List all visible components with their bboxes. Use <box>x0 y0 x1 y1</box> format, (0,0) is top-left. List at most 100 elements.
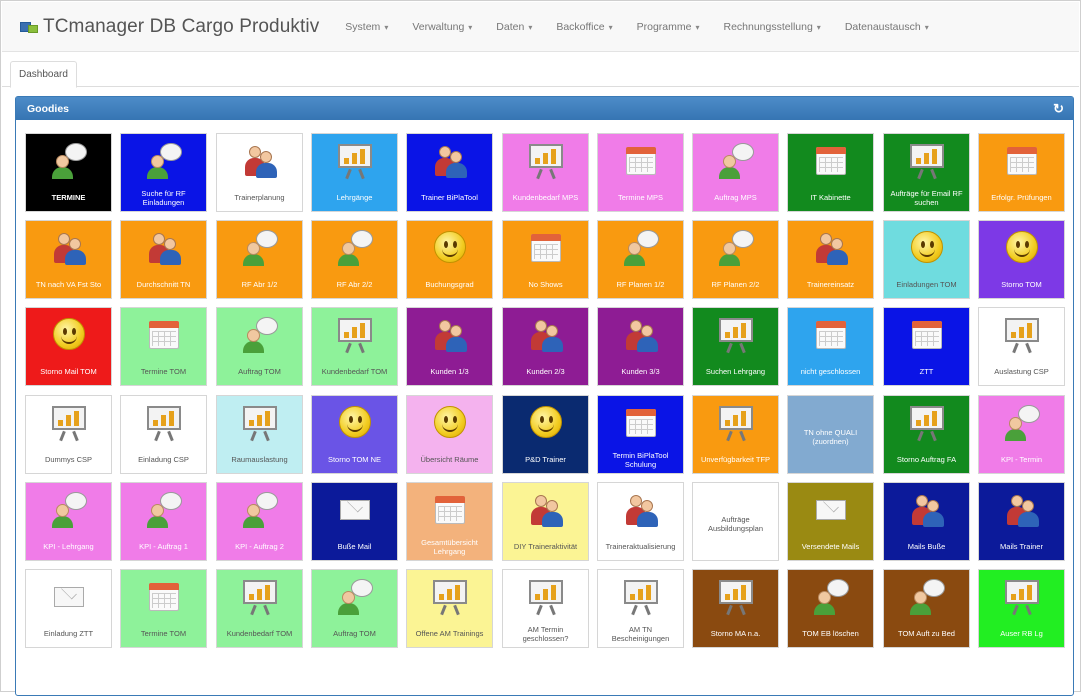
goodie-tile[interactable]: Auftrag TOM <box>311 569 398 648</box>
tile-label: Raumauslastung <box>231 455 288 464</box>
goodie-tile[interactable]: TN nach VA Fst Sto <box>25 220 112 299</box>
goodie-tile[interactable]: IT Kabinette <box>787 133 874 212</box>
menu-label: Backoffice <box>556 20 605 33</box>
goodie-tile[interactable]: Kunden 1/3 <box>406 307 493 386</box>
goodie-tile[interactable]: nicht geschlossen <box>787 307 874 386</box>
calendar-icon <box>144 316 184 354</box>
goodie-tile[interactable]: Auser RB Lg <box>978 569 1065 648</box>
goodie-tile[interactable]: Aufträge für Email RF suchen <box>883 133 970 212</box>
goodie-tile[interactable]: TERMINE <box>25 133 112 212</box>
goodie-tile[interactable]: Suchen Lehrgang <box>692 307 779 386</box>
goodie-tile[interactable]: Auftrag TOM <box>216 307 303 386</box>
goodie-tile[interactable]: Termine TOM <box>120 569 207 648</box>
goodie-tile[interactable]: TOM EB löschen <box>787 569 874 648</box>
person-chat-icon <box>144 491 184 529</box>
goodie-tile[interactable]: Lehrgänge <box>311 133 398 212</box>
goodie-tile[interactable]: Kundenbedarf TOM <box>311 307 398 386</box>
goodie-tile[interactable]: Raumauslastung <box>216 395 303 474</box>
goodie-tile[interactable]: Storno TOM <box>978 220 1065 299</box>
menu-datenaustausch[interactable]: Datenaustausch ▾ <box>833 21 941 33</box>
goodie-tile[interactable]: AM Termin geschlossen? <box>502 569 589 648</box>
menu-rechnungsstellung[interactable]: Rechnungsstellung ▾ <box>711 21 832 33</box>
goodie-tile[interactable]: P&D Trainer <box>502 395 589 474</box>
goodie-tile[interactable]: KPI - Termin <box>978 395 1065 474</box>
tile-label: Auftrag MPS <box>714 193 757 202</box>
goodie-tile[interactable]: KPI - Auftrag 1 <box>120 482 207 561</box>
goodie-tile[interactable]: TOM Auft zu Bed <box>883 569 970 648</box>
goodie-tile[interactable]: Auftrag MPS <box>692 133 779 212</box>
smiley-icon <box>1002 229 1042 267</box>
goodie-tile[interactable]: KPI - Auftrag 2 <box>216 482 303 561</box>
goodie-tile[interactable]: Einladungen TOM <box>883 220 970 299</box>
goodie-tile[interactable]: RF Abr 2/2 <box>311 220 398 299</box>
people-icon <box>49 229 89 267</box>
menu-verwaltung[interactable]: Verwaltung ▾ <box>400 21 484 33</box>
goodie-tile[interactable]: KPI - Lehrgang <box>25 482 112 561</box>
goodie-tile[interactable]: Aufträge Ausbildungsplan <box>692 482 779 561</box>
tile-label: TOM Auft zu Bed <box>898 629 955 638</box>
goodie-tile[interactable]: Termin BiPlaTool Schulung <box>597 395 684 474</box>
tile-label: Einladungen TOM <box>896 280 957 289</box>
caret-down-icon: ▾ <box>924 22 929 32</box>
goodie-tile[interactable]: Durchschnitt TN <box>120 220 207 299</box>
goodie-tile[interactable]: Storno MA n.a. <box>692 569 779 648</box>
goodie-tile[interactable]: AM TN Bescheinigungen <box>597 569 684 648</box>
menu-backoffice[interactable]: Backoffice ▾ <box>544 21 624 33</box>
goodie-tile[interactable]: Übersicht Räume <box>406 395 493 474</box>
goodie-tile[interactable]: Suche für RF Einladungen <box>120 133 207 212</box>
person-chat-icon <box>716 229 756 267</box>
goodie-tile[interactable]: Auslastung CSP <box>978 307 1065 386</box>
goodie-tile[interactable]: Versendete Mails <box>787 482 874 561</box>
goodie-tile[interactable]: Erfolgr. Prüfungen <box>978 133 1065 212</box>
goodie-tile[interactable]: Storno Auftrag FA <box>883 395 970 474</box>
goodie-tile[interactable]: Kundenbedarf TOM <box>216 569 303 648</box>
tile-label: Gesamtübersicht Lehrgang <box>421 537 478 556</box>
goodie-tile[interactable]: TN ohne QUALI (zuordnen) <box>787 395 874 474</box>
chart-board-icon <box>526 578 566 616</box>
tab-dashboard[interactable]: Dashboard <box>10 61 77 88</box>
goodie-tile[interactable]: RF Abr 1/2 <box>216 220 303 299</box>
goodie-tile[interactable]: No Shows <box>502 220 589 299</box>
goodie-tile[interactable]: Trainereinsatz <box>787 220 874 299</box>
menu-programme[interactable]: Programme ▾ <box>625 21 712 33</box>
goodie-tile[interactable]: Gesamtübersicht Lehrgang <box>406 482 493 561</box>
goodie-tile[interactable]: RF Planen 1/2 <box>597 220 684 299</box>
tile-label: Auslastung CSP <box>994 367 1049 376</box>
chart-board-icon <box>526 142 566 180</box>
goodie-tile[interactable]: Kunden 2/3 <box>502 307 589 386</box>
goodie-tile[interactable]: Einladung CSP <box>120 395 207 474</box>
tile-label: Aufträge für Email RF suchen <box>890 188 963 207</box>
goodie-tile[interactable]: Buße Mail <box>311 482 398 561</box>
calendar-icon <box>430 491 470 529</box>
goodie-tile[interactable]: Offene AM Trainings <box>406 569 493 648</box>
goodie-tile[interactable]: Storno Mail TOM <box>25 307 112 386</box>
goodie-tile[interactable]: DIY Traineraktivität <box>502 482 589 561</box>
tile-label: No Shows <box>528 280 563 289</box>
refresh-icon[interactable]: ↻ <box>1053 101 1064 117</box>
goodie-tile[interactable]: Trainer BiPlaTool <box>406 133 493 212</box>
envelope-icon <box>335 491 375 529</box>
goodie-tile[interactable]: ZTT <box>883 307 970 386</box>
goodie-tile[interactable]: Kundenbedarf MPS <box>502 133 589 212</box>
calendar-icon <box>621 404 661 442</box>
goodie-tile[interactable]: Einladung ZTT <box>25 569 112 648</box>
tile-label: Auftrag TOM <box>238 367 281 376</box>
brand[interactable]: TCmanager DB Cargo Produktiv <box>20 16 319 38</box>
goodie-tile[interactable]: Mails Buße <box>883 482 970 561</box>
menu-system[interactable]: System ▾ <box>333 21 400 33</box>
goodie-tile[interactable]: Termine MPS <box>597 133 684 212</box>
goodie-tile[interactable]: Dummys CSP <box>25 395 112 474</box>
menu-daten[interactable]: Daten ▾ <box>484 21 544 33</box>
goodie-tile[interactable]: Buchungsgrad <box>406 220 493 299</box>
tile-label: TN ohne QUALI (zuordnen) <box>803 427 858 446</box>
goodie-tile[interactable]: Unverfügbarkeit TFP <box>692 395 779 474</box>
goodie-tile[interactable]: Traineraktualisierung <box>597 482 684 561</box>
goodie-tile[interactable]: RF Planen 2/2 <box>692 220 779 299</box>
goodie-tile[interactable]: Kunden 3/3 <box>597 307 684 386</box>
smiley-icon <box>907 229 947 267</box>
goodie-tile[interactable]: Trainerplanung <box>216 133 303 212</box>
goodie-tile[interactable]: Mails Trainer <box>978 482 1065 561</box>
caret-down-icon: ▾ <box>528 22 533 32</box>
goodie-tile[interactable]: Storno TOM NE <box>311 395 398 474</box>
goodie-tile[interactable]: Termine TOM <box>120 307 207 386</box>
